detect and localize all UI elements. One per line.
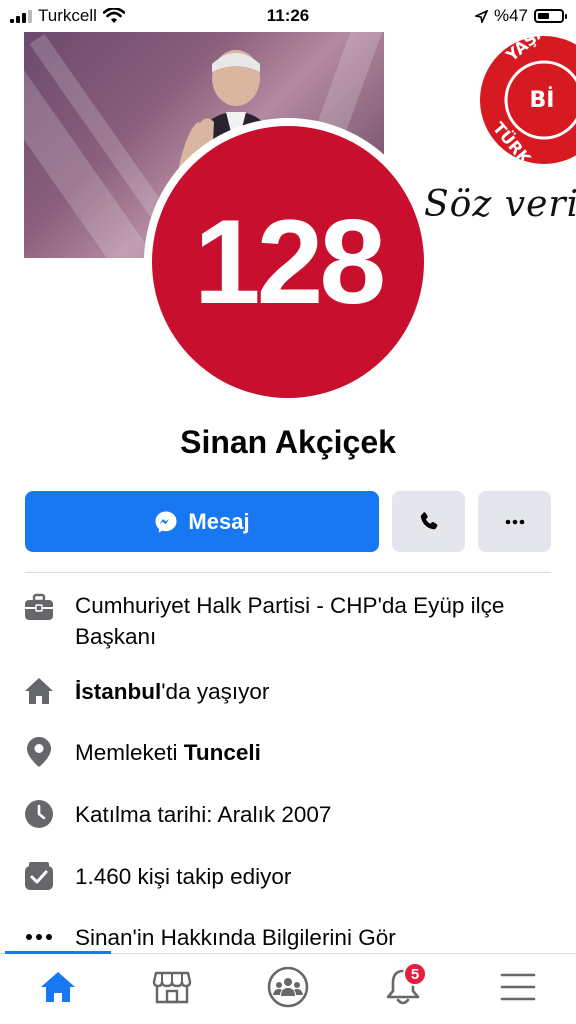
info-city-name[interactable]: İstanbul (75, 679, 161, 704)
messenger-icon (155, 511, 177, 532)
info-text-hometown: Memleketi Tunceli (75, 737, 556, 768)
home-icon (24, 676, 54, 706)
more-options-button[interactable] (478, 491, 551, 552)
tab-groups[interactable] (258, 962, 318, 1012)
info-city-suffix: 'da yaşıyor (161, 679, 270, 704)
location-arrow-icon (474, 9, 488, 23)
menu-icon (500, 973, 536, 1001)
status-right: %47 (474, 6, 567, 26)
battery-percent: %47 (493, 6, 528, 25)
ellipsis-icon (24, 922, 54, 952)
tab-home[interactable] (28, 962, 88, 1012)
phone-icon (420, 511, 437, 529)
call-button[interactable] (392, 491, 465, 552)
info-text-workplace: Cumhuriyet Halk Partisi - CHP'da Eyüp il… (75, 593, 505, 649)
message-button-label: Mesaj (188, 508, 250, 534)
marketplace-icon (152, 971, 192, 1004)
active-tab-indicator (5, 951, 111, 954)
groups-icon (267, 966, 309, 1008)
info-text-followers: 1.460 kişi takip ediyor (75, 864, 292, 889)
briefcase-icon (24, 592, 54, 622)
status-bar: Turkcell 11:26 %47 (0, 0, 576, 32)
notification-count-badge: 5 (403, 962, 427, 986)
info-text-joined: Katılma tarihi: Aralık 2007 (75, 802, 332, 827)
battery-icon (534, 9, 567, 23)
tab-menu[interactable] (488, 962, 548, 1012)
clock-icon (24, 799, 54, 829)
section-divider (25, 572, 551, 573)
campaign-seal-logo: Bİ YAŞAN TÜRK (480, 32, 576, 168)
home-icon (41, 972, 75, 1002)
message-button[interactable]: Mesaj (25, 491, 379, 552)
cover-signature: Söz veriy (424, 184, 576, 225)
avatar-number: 128 (193, 195, 386, 329)
profile-avatar[interactable]: 128 (152, 126, 424, 398)
info-text-see-about: Sinan'in Hakkında Bilgilerini Gör (75, 925, 396, 950)
followers-icon (24, 861, 54, 891)
info-hometown-name[interactable]: Tunceli (184, 740, 261, 765)
profile-name: Sinan Akçiçek (180, 424, 396, 460)
info-text-current-city: İstanbul'da yaşıyor (75, 676, 556, 707)
more-horizontal-icon (505, 519, 524, 524)
tab-marketplace[interactable] (142, 962, 202, 1012)
svg-text:Bİ: Bİ (530, 87, 555, 113)
tab-notifications[interactable]: 5 (373, 962, 433, 1012)
info-hometown-prefix: Memleketi (75, 740, 184, 765)
location-pin-icon (24, 737, 54, 767)
bottom-tab-bar: 5 (0, 951, 576, 1024)
